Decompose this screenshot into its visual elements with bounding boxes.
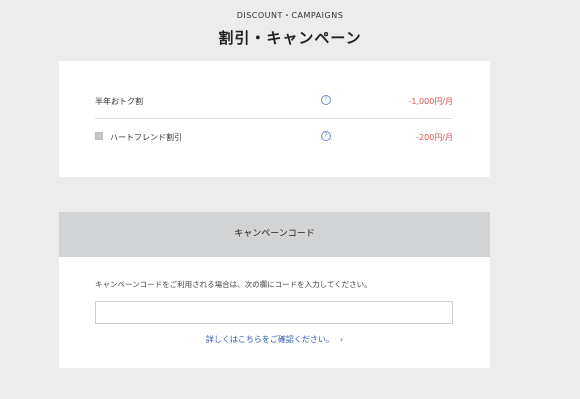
page-title: 割引・キャンペーン [218,29,362,47]
campaign-code-card: キャンペーンコード キャンペーンコードをご利用される場合は、次の欄にコードを入力… [59,212,490,368]
discount-label: ハートフレンド割引 [110,133,182,142]
chevron-right-icon: › [339,335,344,344]
details-link-label[interactable]: 詳しくはこちらをご確認ください。 [206,335,334,344]
discount-row-heart-friend: ハートフレンド割引 ? -200円/月 [95,127,453,147]
divider [95,118,453,119]
discount-row-half-year: 半年おトク割 ? -1,000円/月 [95,91,453,111]
discount-label: 半年おトク割 [95,97,143,106]
campaign-code-input[interactable] [95,301,453,324]
discount-amount: -200円/月 [416,133,453,142]
campaign-code-header: キャンペーンコード [59,212,490,257]
heart-friend-checkbox[interactable] [95,132,103,140]
discount-card: 半年おトク割 ? -1,000円/月 ハートフレンド割引 ? -200円/月 [59,61,490,177]
discount-amount: -1,000円/月 [408,97,453,106]
question-circle-icon[interactable]: ? [321,131,331,141]
section-eyebrow: DISCOUNT・CAMPAIGNS [236,11,344,20]
details-link[interactable]: 詳しくはこちらをご確認ください。 › [59,334,490,345]
campaign-code-description: キャンペーンコードをご利用される場合は、次の欄にコードを入力してください。 [95,280,372,289]
question-circle-icon[interactable]: ? [321,95,331,105]
